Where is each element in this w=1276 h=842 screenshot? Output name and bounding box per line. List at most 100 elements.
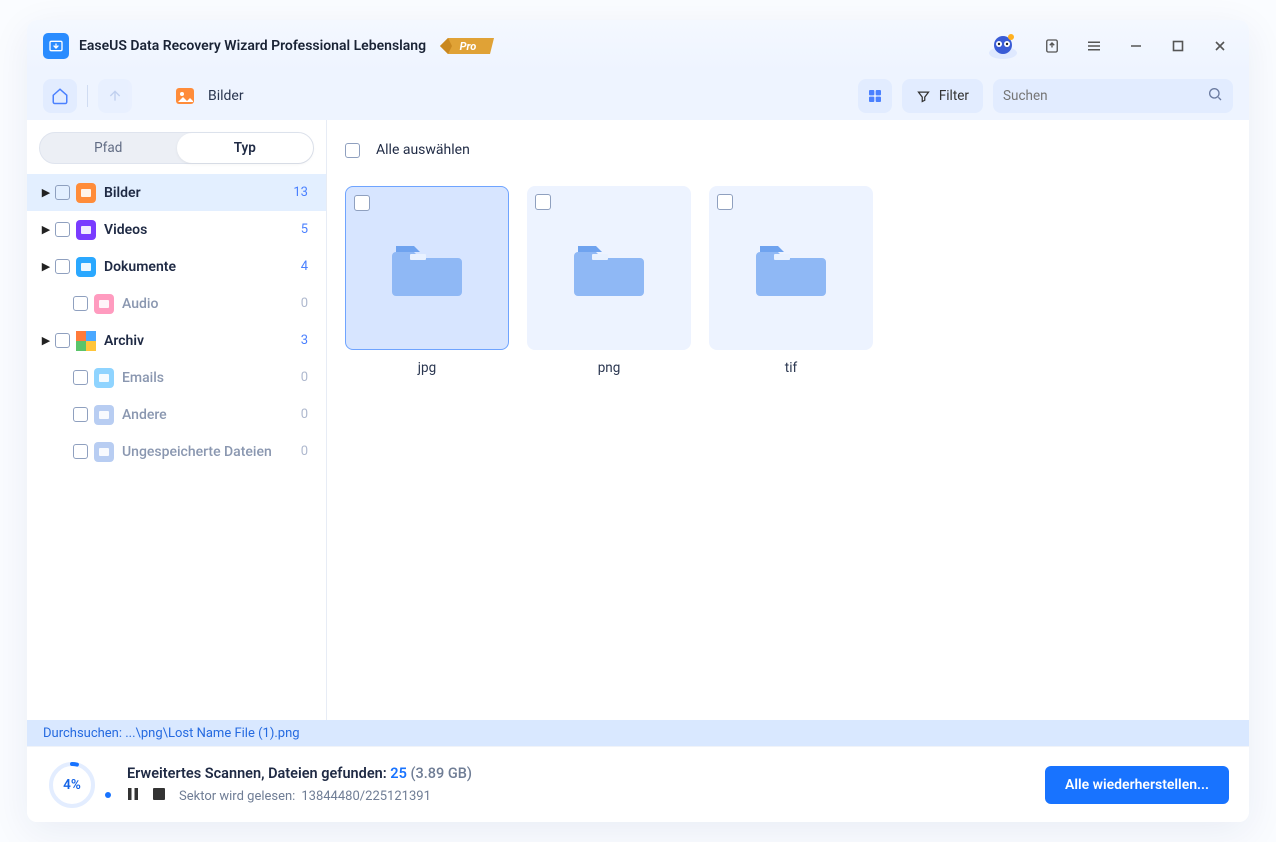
tree-count: 4 (301, 259, 308, 274)
tree-checkbox[interactable] (55, 333, 70, 348)
sidebar-item-audio[interactable]: Audio0 (27, 285, 326, 322)
toolbar: Bilder Filter (27, 72, 1249, 120)
tile-checkbox[interactable] (354, 195, 370, 211)
separator (87, 85, 88, 107)
content-area: Alle auswählen jpg png tif (327, 120, 1249, 720)
folder-tile-png[interactable]: png (527, 186, 691, 376)
tree-checkbox[interactable] (73, 444, 88, 459)
tile-box[interactable] (527, 186, 691, 350)
search-field[interactable] (993, 79, 1233, 113)
titlebar: EaseUS Data Recovery Wizard Professional… (27, 20, 1249, 72)
breadcrumb-label: Bilder (208, 88, 244, 104)
status-headline: Erweitertes Scannen, Dateien gefunden: 2… (127, 765, 1029, 782)
sidebar-tabs: Pfad Typ (39, 132, 314, 164)
window-title: EaseUS Data Recovery Wizard Professional… (79, 38, 426, 54)
category-icon (76, 331, 96, 351)
tree-checkbox[interactable] (55, 222, 70, 237)
category-icon (76, 220, 96, 240)
tree-label: Andere (122, 407, 301, 423)
progress-percent: 4% (47, 760, 97, 810)
chevron-right-icon: ▶ (37, 186, 55, 199)
tree-count: 13 (293, 185, 308, 200)
status-sector-row: Sektor wird gelesen: 13844480/225121391 (127, 788, 1029, 804)
share-icon[interactable] (1039, 33, 1065, 59)
folder-tile-tif[interactable]: tif (709, 186, 873, 376)
tile-label: jpg (345, 360, 509, 376)
select-all-checkbox[interactable] (345, 143, 360, 158)
tree-checkbox[interactable] (55, 259, 70, 274)
hamburger-menu-icon[interactable] (1081, 33, 1107, 59)
chevron-right-icon: ▶ (37, 260, 55, 273)
sidebar-item-emails[interactable]: Emails0 (27, 359, 326, 396)
scan-path-bar: Durchsuchen: ...\png\Lost Name File (1).… (27, 720, 1249, 746)
stop-icon[interactable] (153, 788, 165, 804)
pause-icon[interactable] (127, 788, 139, 804)
sidebar-item-ungespeicherte dateien[interactable]: Ungespeicherte Dateien0 (27, 433, 326, 470)
sidebar-item-archiv[interactable]: ▶Archiv3 (27, 322, 326, 359)
select-all-label: Alle auswählen (376, 142, 470, 158)
tile-box[interactable] (345, 186, 509, 350)
tree-count: 5 (301, 222, 308, 237)
tile-box[interactable] (709, 186, 873, 350)
tree-label: Ungespeicherte Dateien (122, 444, 301, 460)
sidebar-item-videos[interactable]: ▶Videos5 (27, 211, 326, 248)
main-body: Pfad Typ ▶ Bilder13 ▶Videos5 ▶ Dokumente4 Aud… (27, 120, 1249, 720)
scan-path-text: Durchsuchen: ...\png\Lost Name File (1).… (43, 726, 300, 741)
svg-text:Pro: Pro (460, 40, 477, 53)
status-text: Erweitertes Scannen, Dateien gefunden: 2… (127, 765, 1029, 804)
filter-icon (916, 89, 931, 104)
category-icon (76, 183, 96, 203)
tree-count: 3 (301, 333, 308, 348)
tree-checkbox[interactable] (73, 370, 88, 385)
home-button[interactable] (43, 79, 77, 113)
view-grid-button[interactable] (858, 79, 892, 113)
tree-label: Dokumente (104, 259, 301, 275)
folder-icon (756, 238, 826, 298)
category-icon (94, 294, 114, 314)
tile-label: png (527, 360, 691, 376)
folder-icon (392, 238, 462, 298)
progress-ring: 4% (47, 760, 97, 810)
tree-count: 0 (301, 370, 308, 385)
tile-checkbox[interactable] (717, 194, 733, 210)
sector-value: 13844480/225121391 (301, 789, 431, 804)
tree-label: Archiv (104, 333, 301, 349)
filter-button[interactable]: Filter (902, 79, 983, 113)
folder-grid: jpg png tif (345, 186, 1231, 376)
search-icon (1207, 86, 1223, 106)
filter-label: Filter (939, 88, 969, 104)
tile-checkbox[interactable] (535, 194, 551, 210)
tree-count: 0 (301, 444, 308, 459)
found-size: (3.89 GB) (410, 765, 471, 782)
app-logo-icon (43, 33, 69, 59)
window-controls (983, 30, 1233, 62)
select-all-row[interactable]: Alle auswählen (345, 136, 1231, 164)
category-icon (76, 257, 96, 277)
app-window: EaseUS Data Recovery Wizard Professional… (27, 20, 1249, 822)
sidebar-item-dokumente[interactable]: ▶ Dokumente4 (27, 248, 326, 285)
breadcrumb: Bilder (172, 83, 244, 109)
mascot-icon[interactable] (983, 30, 1023, 62)
sector-label: Sektor wird gelesen: (179, 789, 295, 804)
progress-dot (105, 792, 111, 798)
category-icon (94, 442, 114, 462)
sidebar-item-bilder[interactable]: ▶ Bilder13 (27, 174, 326, 211)
category-icon (94, 368, 114, 388)
search-input[interactable] (1003, 88, 1199, 104)
tree-checkbox[interactable] (73, 407, 88, 422)
tree-checkbox[interactable] (73, 296, 88, 311)
tab-typ[interactable]: Typ (177, 133, 314, 163)
maximize-icon[interactable] (1165, 33, 1191, 59)
tree-count: 0 (301, 296, 308, 311)
sidebar-item-andere[interactable]: Andere0 (27, 396, 326, 433)
tree-checkbox[interactable] (55, 185, 70, 200)
close-icon[interactable] (1207, 33, 1233, 59)
tree-count: 0 (301, 407, 308, 422)
tab-pfad[interactable]: Pfad (40, 133, 177, 163)
tree-label: Videos (104, 222, 301, 238)
tree-label: Bilder (104, 185, 293, 201)
recover-all-button[interactable]: Alle wiederherstellen... (1045, 766, 1229, 804)
images-icon (172, 83, 198, 109)
folder-tile-jpg[interactable]: jpg (345, 186, 509, 376)
minimize-icon[interactable] (1123, 33, 1149, 59)
